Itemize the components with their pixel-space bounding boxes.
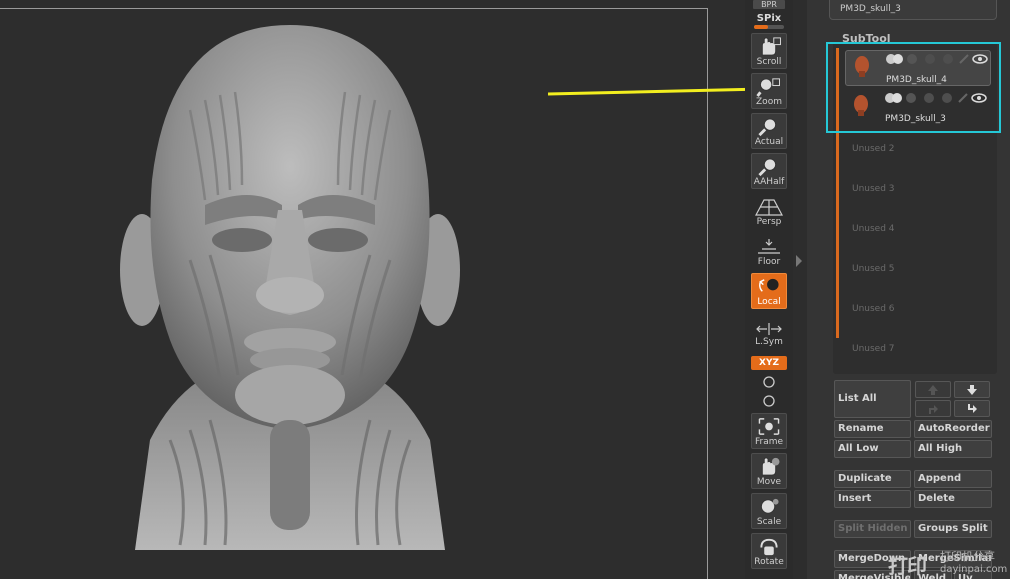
arrow-up-icon — [928, 384, 938, 395]
aahalf-button[interactable]: AAHalf — [751, 153, 787, 189]
groups-split-button[interactable]: Groups Split — [914, 520, 992, 538]
rotate-icon — [760, 538, 778, 556]
aahalf-label: AAHalf — [753, 177, 785, 187]
local-pivot-icon — [759, 278, 779, 292]
insert-button[interactable]: Insert — [834, 490, 911, 508]
actual-label: Actual — [754, 137, 784, 147]
list-all-button[interactable]: List All — [834, 380, 911, 418]
floor-grid-icon — [758, 239, 780, 254]
lsym-label: L.Sym — [755, 337, 783, 347]
spix-label: SPix — [756, 13, 782, 24]
subtool-toggle-icons[interactable] — [883, 92, 987, 104]
local-symmetry-icon — [756, 323, 782, 335]
unused-slot[interactable]: Unused 2 — [852, 144, 895, 154]
subtool-item-pm3d-skull-4[interactable]: PM3D_skull_4 — [845, 50, 991, 86]
move-down-button[interactable] — [954, 381, 990, 398]
xyz-symmetry-button[interactable]: XYZ — [751, 356, 787, 370]
floor-label: Floor — [757, 257, 781, 267]
auto-reorder-button[interactable]: AutoReorder — [914, 420, 992, 438]
viewport-canvas[interactable] — [0, 0, 826, 579]
spix-slider[interactable] — [754, 25, 784, 29]
subtool-scrollbar[interactable] — [836, 48, 839, 338]
append-button[interactable]: Append — [914, 470, 992, 488]
aahalf-magnifier-icon — [758, 158, 777, 177]
panel-gutter — [793, 0, 807, 579]
unused-slot[interactable]: Unused 5 — [852, 264, 895, 274]
move-to-bottom-button[interactable] — [954, 400, 990, 417]
persp-button[interactable]: Persp — [751, 193, 787, 229]
local-label: Local — [757, 297, 781, 307]
perspective-grid-icon — [755, 199, 783, 216]
subtool-item-pm3d-skull-3[interactable]: PM3D_skull_3 — [845, 90, 991, 126]
actual-magnifier-icon — [758, 118, 777, 137]
skull-thumbnail-icon — [854, 95, 868, 116]
zoom-magnifier-icon — [756, 78, 780, 97]
scroll-label: Scroll — [756, 57, 782, 67]
rotate-button[interactable]: Rotate — [751, 533, 787, 569]
rotate-label: Rotate — [754, 557, 784, 567]
scale-icon — [760, 498, 779, 514]
duplicate-button[interactable]: Duplicate — [834, 470, 911, 488]
all-low-button[interactable]: All Low — [834, 440, 911, 458]
move-button[interactable]: Move — [751, 453, 787, 489]
collapse-arrow-icon[interactable] — [796, 255, 802, 267]
local-button[interactable]: Local — [751, 273, 787, 309]
hand-move-icon — [761, 457, 780, 476]
scroll-button[interactable]: Scroll — [751, 33, 787, 69]
watermark-text: 打印机分享 — [940, 550, 995, 563]
scale-label: Scale — [756, 517, 782, 527]
watermark-logo: 打印 — [888, 554, 927, 578]
unused-slot[interactable]: Unused 3 — [852, 184, 895, 194]
z-axis-rotate-icon[interactable] — [761, 394, 777, 408]
lsym-button[interactable]: L.Sym — [751, 313, 787, 349]
move-label: Move — [756, 477, 782, 487]
arrow-down-icon — [967, 384, 977, 395]
tool-name-label: PM3D_skull_3 — [840, 4, 901, 14]
watermark: 打印 打印机分享 dayinpai.com — [880, 548, 1010, 579]
delete-button[interactable]: Delete — [914, 490, 992, 508]
bpr-button[interactable]: BPR — [753, 0, 785, 9]
arrow-down-right-icon — [968, 403, 977, 413]
unused-slot[interactable]: Unused 6 — [852, 304, 895, 314]
unused-slot[interactable]: Unused 4 — [852, 224, 895, 234]
spix-slider-fill — [754, 25, 768, 29]
subtool-name: PM3D_skull_4 — [886, 75, 947, 85]
zoom-button[interactable]: Zoom — [751, 73, 787, 109]
subtool-toggle-icons[interactable] — [884, 53, 988, 65]
rename-button[interactable]: Rename — [834, 420, 911, 438]
arrow-up-right-icon — [929, 404, 938, 414]
hand-scroll-icon — [761, 37, 781, 56]
sculpted-head-model[interactable] — [110, 20, 470, 560]
frame-icon — [758, 418, 780, 435]
split-hidden-button[interactable]: Split Hidden — [834, 520, 911, 538]
persp-label: Persp — [756, 217, 782, 227]
skull-thumbnail-icon — [855, 56, 869, 77]
watermark-url: dayinpai.com — [940, 564, 1008, 575]
tool-thumbnail-box[interactable]: PM3D_skull_3 — [829, 0, 997, 20]
subtool-name: PM3D_skull_3 — [885, 114, 946, 124]
zoom-label: Zoom — [756, 97, 782, 107]
tool-panel: PM3D_skull_3 SubTool PM3D_skull_4 PM3D_s… — [793, 0, 1010, 579]
scale-button[interactable]: Scale — [751, 493, 787, 529]
all-high-button[interactable]: All High — [914, 440, 992, 458]
y-axis-rotate-icon[interactable] — [761, 375, 777, 389]
frame-button[interactable]: Frame — [751, 413, 787, 449]
actual-button[interactable]: Actual — [751, 113, 787, 149]
move-up-button[interactable] — [915, 381, 951, 398]
move-to-top-button[interactable] — [915, 400, 951, 417]
unused-slot[interactable]: Unused 7 — [852, 344, 895, 354]
right-shelf: BPR SPix Scroll Zoom Actual AAHalf Persp — [745, 0, 793, 579]
frame-label: Frame — [754, 437, 784, 447]
floor-button[interactable]: Floor — [751, 233, 787, 269]
